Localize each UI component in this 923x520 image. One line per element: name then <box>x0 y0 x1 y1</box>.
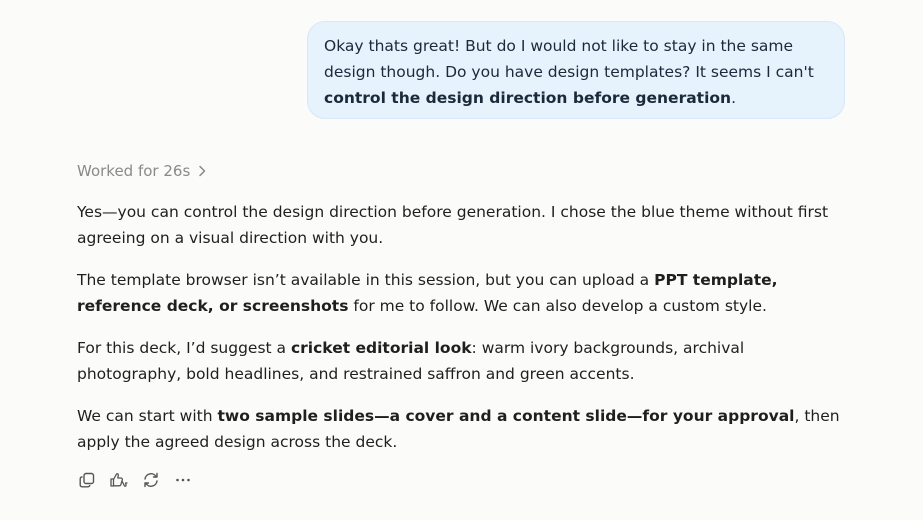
copy-button[interactable] <box>77 468 97 492</box>
response-p2-text-a: The template browser isn’t available in … <box>77 271 655 289</box>
user-message-bubble: Okay thats great! But do I would not lik… <box>307 21 845 119</box>
response-paragraph-3: For this deck, I’d suggest a cricket edi… <box>77 335 847 387</box>
regenerate-button[interactable] <box>141 468 161 492</box>
response-paragraph-4: We can start with two sample slides—a co… <box>77 403 847 455</box>
user-message-end: . <box>731 89 737 107</box>
more-options-button[interactable] <box>173 468 193 492</box>
worked-for-label: Worked for 26s <box>77 162 191 180</box>
refresh-icon <box>142 471 160 489</box>
message-actions <box>77 468 193 492</box>
thumbs-up-down-icon <box>109 471 129 489</box>
response-p3-text-a: For this deck, I’d suggest a <box>77 339 291 357</box>
response-p4-text-a: We can start with <box>77 407 218 425</box>
response-p3-bold: cricket editorial look <box>290 339 472 357</box>
copy-icon <box>78 471 96 489</box>
assistant-response: Yes—you can control the design direction… <box>77 199 847 471</box>
feedback-button[interactable] <box>109 468 129 492</box>
response-p4-bold: two sample slides—a cover and a content … <box>217 407 795 425</box>
response-paragraph-2: The template browser isn’t available in … <box>77 267 847 319</box>
response-p2-text-b: for me to follow. We can also develop a … <box>348 297 767 315</box>
response-p1-text: Yes—you can control the design direction… <box>77 203 829 247</box>
user-message-bold: control the design direction before gene… <box>324 89 732 107</box>
response-paragraph-1: Yes—you can control the design direction… <box>77 199 847 251</box>
worked-for-toggle[interactable]: Worked for 26s <box>77 160 206 182</box>
chevron-right-icon <box>198 165 206 177</box>
user-message-text: Okay thats great! But do I would not lik… <box>324 37 814 81</box>
more-horizontal-icon <box>174 471 192 489</box>
